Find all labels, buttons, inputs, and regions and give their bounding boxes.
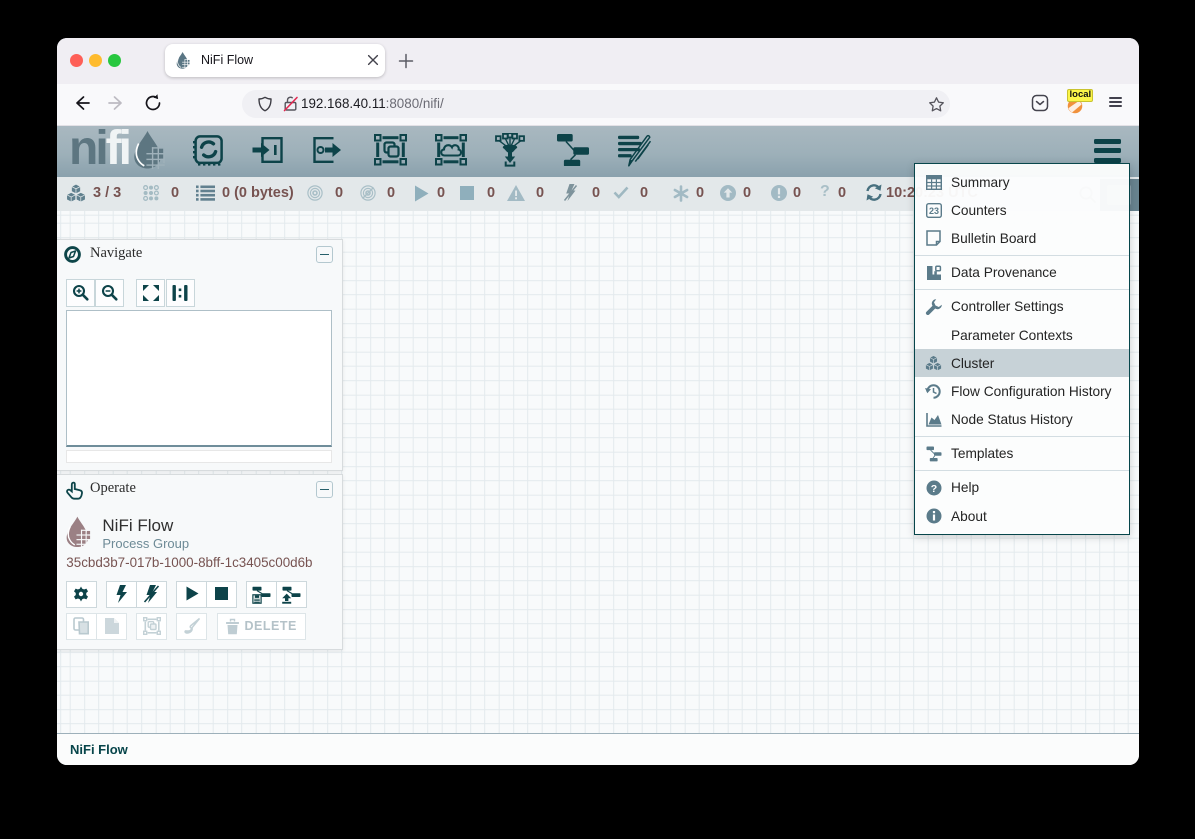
svg-text:?: ? (930, 483, 936, 495)
svg-text:23: 23 (928, 206, 938, 216)
